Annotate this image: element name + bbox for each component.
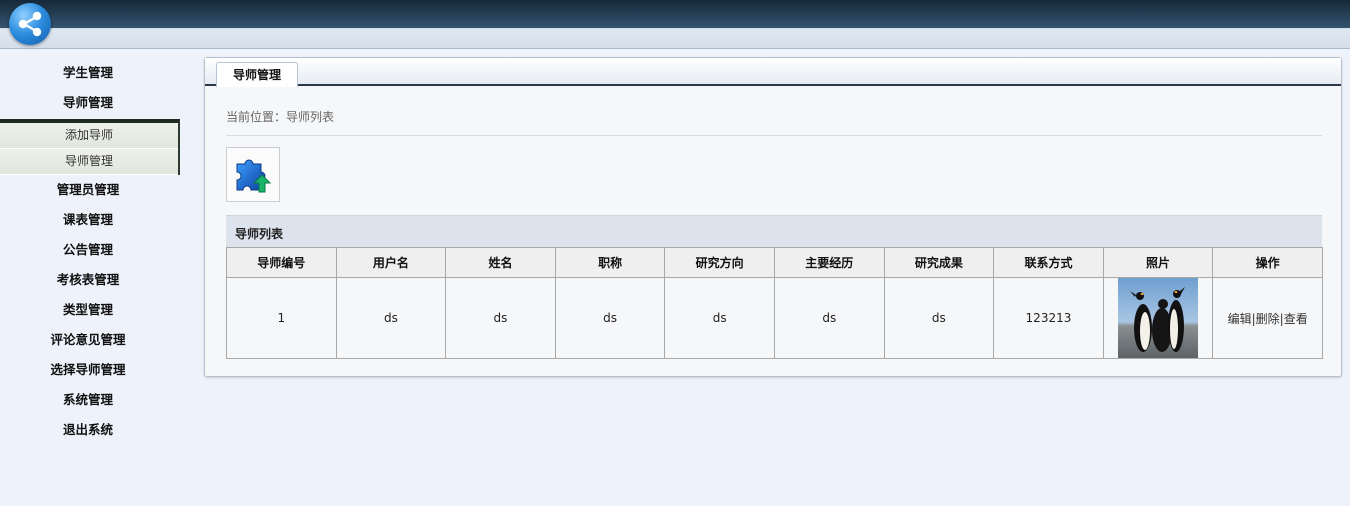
column-header: 联系方式 [993,247,1104,278]
column-header: 用户名 [335,247,447,278]
penguins-photo [1118,278,1199,358]
column-header: 研究方向 [664,247,775,278]
cell-id: 1 [226,277,337,359]
view-link[interactable]: 查看 [1284,312,1308,326]
header-dark-strip [0,0,1350,28]
cell-username: ds [335,277,447,359]
edit-link[interactable]: 编辑 [1228,312,1252,326]
panel-header [205,58,1341,86]
tutor-submenu: 添加导师 导师管理 [0,119,180,175]
tutor-table: 导师编号 用户名 姓名 职称 研究方向 主要经历 研究成果 联系方式 照片 操作… [226,247,1323,359]
sidebar-item-schedule[interactable]: 课表管理 [0,205,176,235]
main-panel: 导师管理 当前位置：导师列表 导师列表 导师编号 用户名 姓名 职称 研究方向 [204,57,1342,377]
cell-actions: 编辑|删除|查看 [1212,277,1323,359]
sidebar-item-types[interactable]: 类型管理 [0,295,176,325]
column-header: 照片 [1102,247,1214,278]
column-header: 职称 [554,247,666,278]
divider [226,135,1322,136]
list-header: 导师列表 [226,215,1322,248]
puzzle-upload-icon [236,159,272,193]
top-header-bar [0,0,1350,49]
table-row: 1 ds ds ds ds ds ds 123213 编辑|删除|查看 [226,277,1323,359]
cell-achievements: ds [883,277,995,359]
column-header: 姓名 [445,247,556,278]
cell-research-direction: ds [664,277,775,359]
sidebar-item-tutor-selection[interactable]: 选择导师管理 [0,355,176,385]
column-header: 导师编号 [226,247,337,278]
sidebar-item-system[interactable]: 系统管理 [0,385,176,415]
cell-title: ds [554,277,666,359]
table-header-row: 导师编号 用户名 姓名 职称 研究方向 主要经历 研究成果 联系方式 照片 操作 [226,247,1323,278]
list-title: 导师列表 [235,227,284,241]
delete-link[interactable]: 删除 [1256,312,1280,326]
sidebar-item-announcements[interactable]: 公告管理 [0,235,176,265]
sidebar-item-admins[interactable]: 管理员管理 [0,175,176,205]
sidebar: 学生管理 导师管理 添加导师 导师管理 管理员管理 课表管理 公告管理 考核表管… [0,58,180,445]
tab-tutor-management[interactable]: 导师管理 [216,62,298,87]
sidebar-item-tutors[interactable]: 导师管理 [0,88,176,118]
column-header: 研究成果 [883,247,995,278]
column-header: 主要经历 [773,247,885,278]
sidebar-item-students[interactable]: 学生管理 [0,58,176,88]
logo-icon [9,3,51,45]
breadcrumb: 当前位置：导师列表 [226,110,335,124]
cell-contact: 123213 [993,277,1104,359]
submenu-item-add-tutor[interactable]: 添加导师 [0,123,178,149]
sidebar-item-logout[interactable]: 退出系统 [0,415,176,445]
sidebar-item-comments[interactable]: 评论意见管理 [0,325,176,355]
sidebar-item-assessment[interactable]: 考核表管理 [0,265,176,295]
cell-photo [1102,277,1214,359]
cell-name: ds [445,277,556,359]
column-header: 操作 [1212,247,1323,278]
submenu-item-manage-tutors[interactable]: 导师管理 [0,149,178,175]
puzzle-upload-button[interactable] [226,147,280,202]
cell-experience: ds [773,277,885,359]
